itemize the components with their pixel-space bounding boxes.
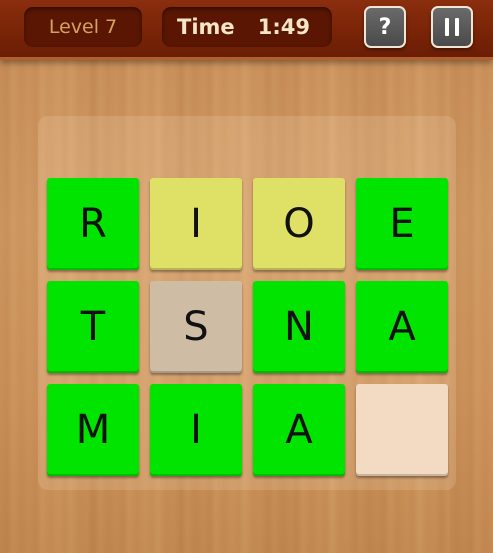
tile-letter: S [183, 304, 209, 350]
tile-letter: A [388, 304, 416, 350]
tile-r2-c2[interactable]: S [150, 281, 242, 373]
tile-r3-c1[interactable]: M [47, 384, 139, 476]
top-bar: Level 7 Time 1:49 ? [0, 0, 493, 60]
empty-slot[interactable] [356, 384, 448, 476]
tile-letter: I [190, 201, 202, 247]
tile-r3-c3[interactable]: A [253, 384, 345, 476]
help-button[interactable]: ? [364, 6, 406, 48]
timer: Time 1:49 [162, 7, 332, 47]
level-label: Level 7 [48, 16, 118, 38]
tile-r2-c3[interactable]: N [253, 281, 345, 373]
game-board: R I O E T S N A M I A [38, 116, 456, 490]
tile-letter: I [190, 407, 202, 453]
tile-r1-c4[interactable]: E [356, 178, 448, 270]
tile-letter: N [284, 304, 314, 350]
time-value: 1:49 [257, 15, 310, 39]
pause-button[interactable] [431, 6, 473, 48]
tile-r2-c1[interactable]: T [47, 281, 139, 373]
tile-r1-c1[interactable]: R [47, 178, 139, 270]
tile-r1-c2[interactable]: I [150, 178, 242, 270]
tile-letter: T [80, 304, 106, 350]
tile-letter: A [285, 407, 313, 453]
level-indicator: Level 7 [24, 7, 142, 47]
tile-letter: O [283, 201, 315, 247]
tile-letter: E [389, 201, 415, 247]
tile-r2-c4[interactable]: A [356, 281, 448, 373]
question-mark-icon: ? [378, 14, 392, 40]
pause-icon [445, 18, 459, 36]
time-label: Time [177, 15, 235, 39]
tile-letter: M [75, 407, 111, 453]
tile-r3-c2[interactable]: I [150, 384, 242, 476]
tile-r1-c3[interactable]: O [253, 178, 345, 270]
tile-letter: R [79, 201, 107, 247]
